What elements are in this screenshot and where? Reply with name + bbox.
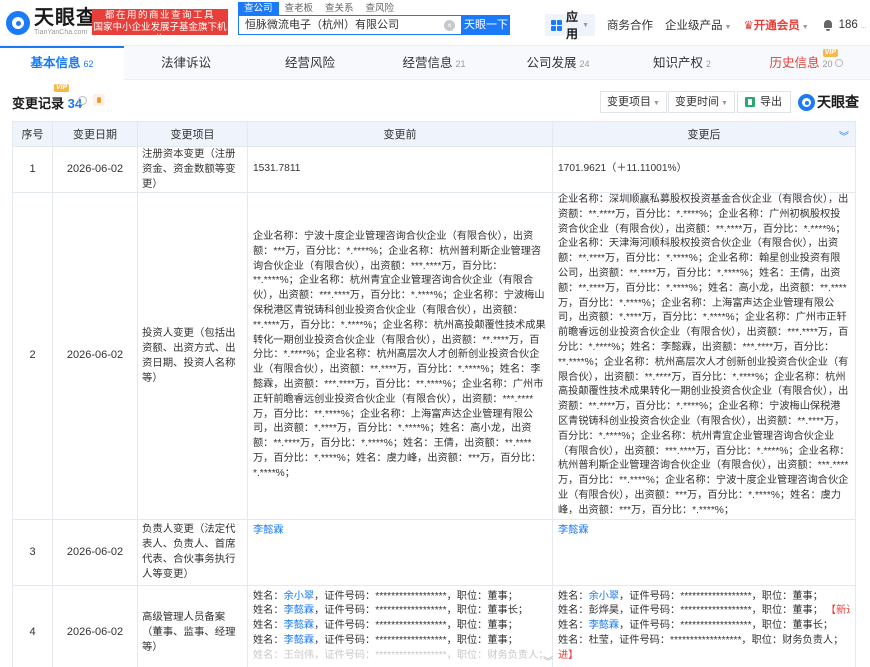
tab-risk[interactable]: 经营风险 [248,46,372,80]
caret-down-icon: ▼ [721,100,728,107]
app-menu[interactable]: 应用 ▼ [545,10,596,41]
col-after: 变更后 ︾ [552,121,856,147]
clear-icon[interactable]: × [444,20,455,31]
vip-button[interactable]: ♛开通会员 ▼ [743,17,808,33]
nav-business[interactable]: 商务合作 [607,17,653,33]
expand-more-icon[interactable]: ︾ [543,653,553,667]
vip-badge: VIP [822,49,838,57]
nav-right: 应用▼ 商务合作 企业级产品▼ ♛开通会员▼ 186…▼ [545,10,870,41]
new-tag: 【新 [846,635,850,646]
search-box: × [238,15,462,35]
brand-name: 天眼查 [34,7,97,29]
section-title: 变更记录 34 [12,96,83,111]
person-link[interactable]: 余小翠 [284,591,315,602]
table-row: 4 2026-06-02 高级管理人员备案（董事、监事、经理等） 姓名：余小翠，… [12,584,856,667]
caret-down-icon: ▼ [724,24,732,31]
col-no: 序号 [12,121,53,147]
tab-development[interactable]: 公司发展 24 [496,46,620,80]
table-row: 3 2026-06-02 负责人变更（法定代表人、负责人、首席代表、合伙事务执行… [12,518,856,586]
caret-down-icon: ▼ [582,21,590,29]
person-link[interactable]: 王剑伟 [284,650,315,661]
brand-logo[interactable]: 天眼查 TianYanCha.com [6,8,97,37]
person-link[interactable]: 余小翠 [589,591,620,602]
search-button[interactable]: 天眼一下 [462,15,510,35]
alert-icon[interactable] [93,94,105,106]
search-input[interactable] [245,18,435,30]
tab-operation[interactable]: 经营信息 21 [372,46,496,80]
search-tab-risk[interactable]: 查风险 [360,2,401,15]
manager-after-cell: 姓名：余小翠，证件号码：******************，职位：董事； 姓名… [552,584,856,667]
export-button[interactable]: 导出 [737,91,791,113]
change-record-table: 序号 变更日期 变更项目 变更前 变更后 ︾ 1 2026-06-02 注册资本变… [12,121,856,667]
main-tabs: 基本信息 62 法律诉讼 经营风险 经营信息 21 公司发展 24 知识产权 2 VIP… [0,46,870,80]
vip-badge: VIP [54,84,70,92]
top-header: 天眼查 TianYanCha.com 都在用的商业查询工具 国家中小企业发展子基… [0,0,870,46]
table-row: 1 2026-06-02 注册资本变更（注册资金、资金数额等变更） 1531.7… [12,146,856,193]
tab-basic-info[interactable]: 基本信息 62 [0,46,124,80]
search-tab-company[interactable]: 查公司 [238,2,279,15]
person-link[interactable]: 李懿霖 [253,525,284,536]
crown-icon: ♛ [743,20,754,32]
new-tag: 进】 [558,649,579,661]
person-link[interactable]: 李懿霖 [589,620,620,631]
logo-icon [6,10,30,35]
search-tab-boss[interactable]: 查老板 [279,2,320,15]
excel-icon [745,97,755,107]
help-icon[interactable] [78,96,87,105]
person-link[interactable]: 李懿霖 [284,635,315,646]
table-header-row: 序号 变更日期 变更项目 变更前 变更后 ︾ [12,121,856,147]
col-item: 变更项目 [137,121,248,147]
nav-enterprise[interactable]: 企业级产品 ▼ [665,17,731,33]
person-name: 彭烨昊 [588,605,620,617]
person-link[interactable]: 李懿霖 [284,620,315,631]
grid-icon [551,19,562,31]
tab-history[interactable]: VIP 历史信息 20 [744,46,868,80]
user-menu[interactable]: 186…▼ [839,19,870,31]
new-tag: 【新进】 [825,605,850,617]
slogan-banner: 都在用的商业查询工具 国家中小企业发展子基金旗下机构 [92,9,228,45]
brand-url: TianYanCha.com [34,29,88,36]
help-icon [834,59,843,67]
search-tab-relation[interactable]: 查关系 [319,2,360,15]
section-header: VIP 变更记录 34 变更项目 ▼ 变更时间 ▼ 导出 天眼查 [0,82,870,120]
brand-watermark: 天眼查 [798,92,859,112]
person-name: 杜莹 [588,634,609,646]
search-type-tabs: 查公司 查老板 查关系 查风险 [238,2,400,15]
person-link[interactable]: 李懿霖 [284,605,315,616]
manager-before-cell: 姓名：余小翠，证件号码：******************，职位：董事； 姓名… [247,584,553,667]
filter-change-time[interactable]: 变更时间 ▼ [668,91,735,113]
col-before: 变更前 [247,121,553,147]
caret-down-icon: ▼ [653,100,660,107]
bell-icon[interactable] [823,19,832,31]
table-row: 2 2026-06-02 投资人变更（包括出资额、出资方式、出资日期、投资人名称… [12,192,856,520]
caret-down-icon: ▼ [801,24,809,31]
tab-ip[interactable]: 知识产权 2 [620,46,744,80]
col-date: 变更日期 [52,121,138,147]
logo-icon [798,93,815,111]
expand-icon[interactable]: ︾ [839,128,849,143]
person-link[interactable]: 李懿霖 [558,525,589,536]
filter-change-item[interactable]: 变更项目 ▼ [600,91,667,113]
tab-legal[interactable]: 法律诉讼 [124,46,248,80]
